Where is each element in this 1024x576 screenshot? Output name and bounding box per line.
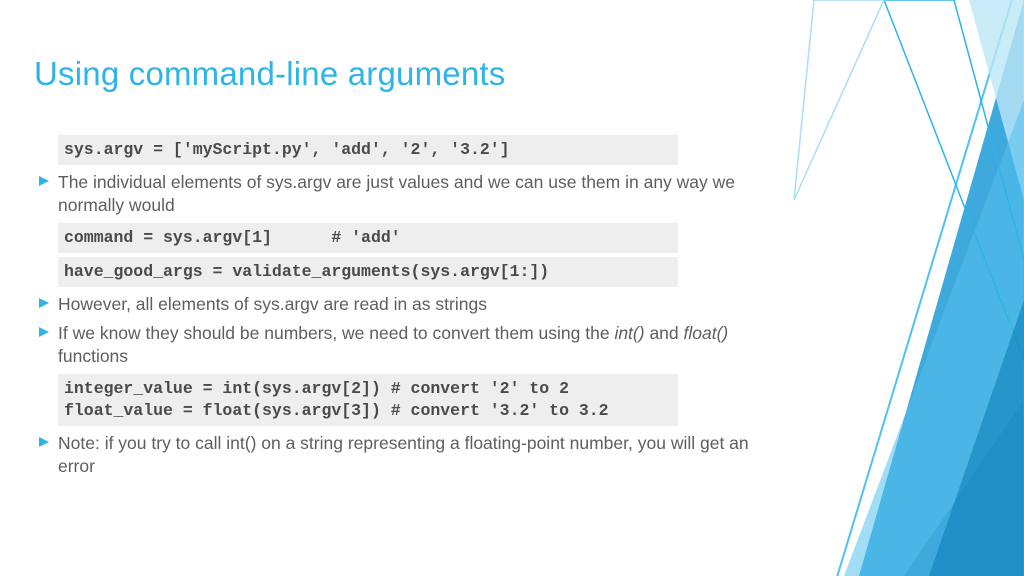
bullet-text: If we know they should be numbers, we ne… [58,322,774,368]
bullet-item: The individual elements of sys.argv are … [38,171,774,217]
bullet-arrow-icon [38,436,50,448]
bullet-item: However, all elements of sys.argv are re… [38,293,774,316]
slide: Using command-line arguments sys.argv = … [0,0,1024,576]
code-block-command: command = sys.argv[1] # 'add' [58,223,678,253]
bullet-item: Note: if you try to call int() on a stri… [38,432,774,478]
bullet-item: If we know they should be numbers, we ne… [38,322,774,368]
slide-title: Using command-line arguments [34,55,774,93]
bullet-arrow-icon [38,175,50,187]
slide-content: Using command-line arguments sys.argv = … [34,55,774,484]
bullet-text: Note: if you try to call int() on a stri… [58,432,774,478]
bullet-arrow-icon [38,297,50,309]
bullet-arrow-icon [38,326,50,338]
code-block-argv: sys.argv = ['myScript.py', 'add', '2', '… [58,135,678,165]
decorative-triangles [764,0,1024,576]
bullet-text: However, all elements of sys.argv are re… [58,293,774,316]
bullet-text: The individual elements of sys.argv are … [58,171,774,217]
code-block-convert: integer_value = int(sys.argv[2]) # conve… [58,374,678,427]
code-block-validate: have_good_args = validate_arguments(sys.… [58,257,678,287]
